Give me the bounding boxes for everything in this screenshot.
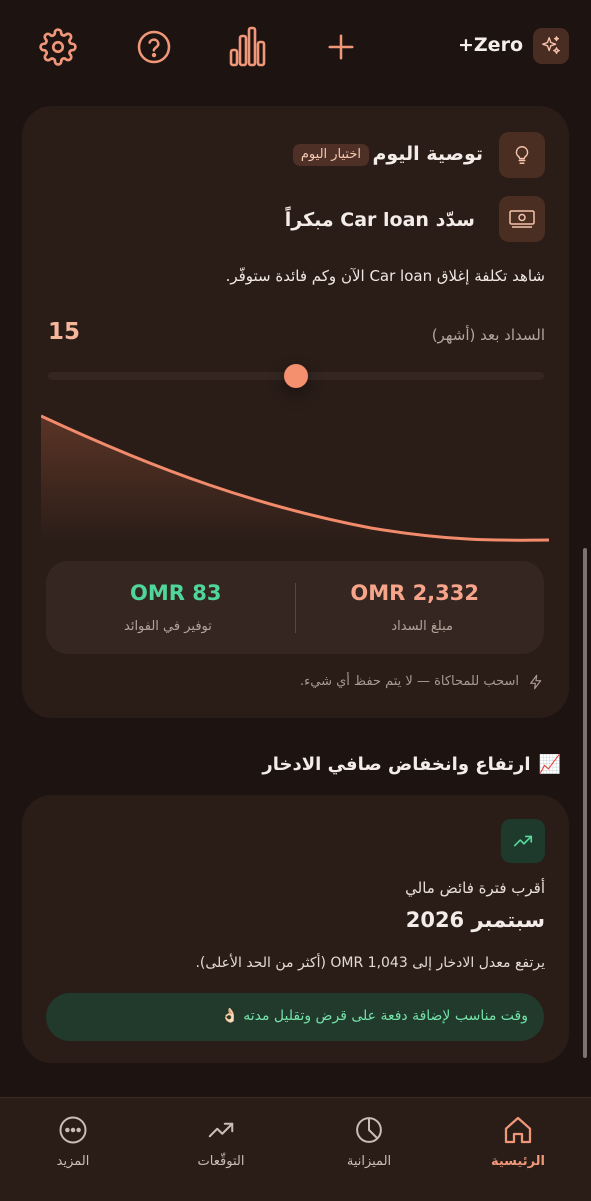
- home-icon: [458, 1114, 578, 1146]
- lightbulb-icon: [499, 132, 545, 178]
- bottom-navigation: الرئيسية الميزانية التوقّعات المزيد: [0, 1097, 591, 1201]
- sparkle-icon[interactable]: [533, 28, 569, 64]
- trend-up-icon: [501, 819, 545, 863]
- nav-home-label: الرئيسية: [490, 1154, 546, 1169]
- stats-divider: [295, 583, 296, 633]
- stats-icon[interactable]: [226, 25, 268, 69]
- slider-value: 15: [48, 319, 81, 345]
- recommendation-card: توصية اليوم اختيار اليوم سدّد Car loan م…: [22, 106, 569, 718]
- savings-card: أقرب فترة فائض مالي سبتمبر 2026 يرتفع مع…: [22, 795, 569, 1063]
- recommendation-description: شاهد تكلفة إغلاق Car loan الآن وكم فائدة…: [225, 267, 545, 285]
- lightning-icon: [527, 673, 545, 691]
- chart-increasing-emoji: 📈: [538, 754, 561, 775]
- surplus-description: يرتفع معدل الادخار إلى OMR 1,043 (أكثر م…: [195, 955, 545, 971]
- savings-heading: ارتفاع وانخفاض صافي الادخار: [262, 754, 531, 775]
- todays-pick-chip: اختيار اليوم: [292, 144, 369, 166]
- surplus-label: أقرب فترة فائض مالي: [405, 879, 545, 897]
- recommendation-headline: سدّد Car loan مبكراً: [284, 209, 475, 231]
- slider-label: السداد بعد (أشهر): [431, 326, 545, 344]
- nav-budget-label: الميزانية: [346, 1154, 392, 1169]
- nav-home[interactable]: الرئيسية: [458, 1114, 578, 1169]
- cash-icon: [499, 196, 545, 242]
- scrollbar[interactable]: [583, 548, 587, 1058]
- slider-thumb[interactable]: [284, 364, 308, 388]
- months-slider[interactable]: [48, 364, 544, 388]
- section-heading: 📈 ارتفاع وانخفاض صافي الادخار: [262, 754, 561, 775]
- nav-more-label: المزيد: [56, 1154, 90, 1169]
- payoff-curve: [41, 414, 550, 542]
- advice-text: وقت مناسب لإضافة دفعة على قرض وتقليل مدت…: [221, 1008, 528, 1024]
- add-icon[interactable]: [322, 28, 360, 66]
- brand-label: +Zero: [457, 34, 523, 56]
- payoff-stats: OMR 2,332 مبلغ السداد OMR 83 توفير في ال…: [46, 561, 544, 654]
- payoff-amount-label: مبلغ السداد: [391, 619, 453, 634]
- nav-budget[interactable]: الميزانية: [309, 1114, 429, 1169]
- advice-banner: وقت مناسب لإضافة دفعة على قرض وتقليل مدت…: [46, 993, 544, 1041]
- recommendation-title: توصية اليوم: [372, 143, 483, 165]
- nav-forecasts-label: التوقّعات: [197, 1154, 245, 1169]
- simulation-hint: اسحب للمحاكاة — لا يتم حفظ أي شيء.: [299, 674, 519, 689]
- trend-icon: [161, 1114, 281, 1146]
- nav-more[interactable]: المزيد: [13, 1114, 133, 1169]
- surplus-date: سبتمبر 2026: [405, 908, 545, 932]
- top-bar: +Zero: [0, 0, 591, 92]
- more-icon: [13, 1114, 133, 1146]
- payoff-amount: OMR 2,332: [350, 581, 479, 605]
- settings-icon[interactable]: [38, 27, 78, 67]
- help-icon[interactable]: [134, 27, 174, 67]
- interest-savings-label: توفير في الفوائد: [124, 619, 212, 634]
- pie-chart-icon: [309, 1114, 429, 1146]
- nav-forecasts[interactable]: التوقّعات: [161, 1114, 281, 1169]
- interest-savings: OMR 83: [130, 581, 222, 605]
